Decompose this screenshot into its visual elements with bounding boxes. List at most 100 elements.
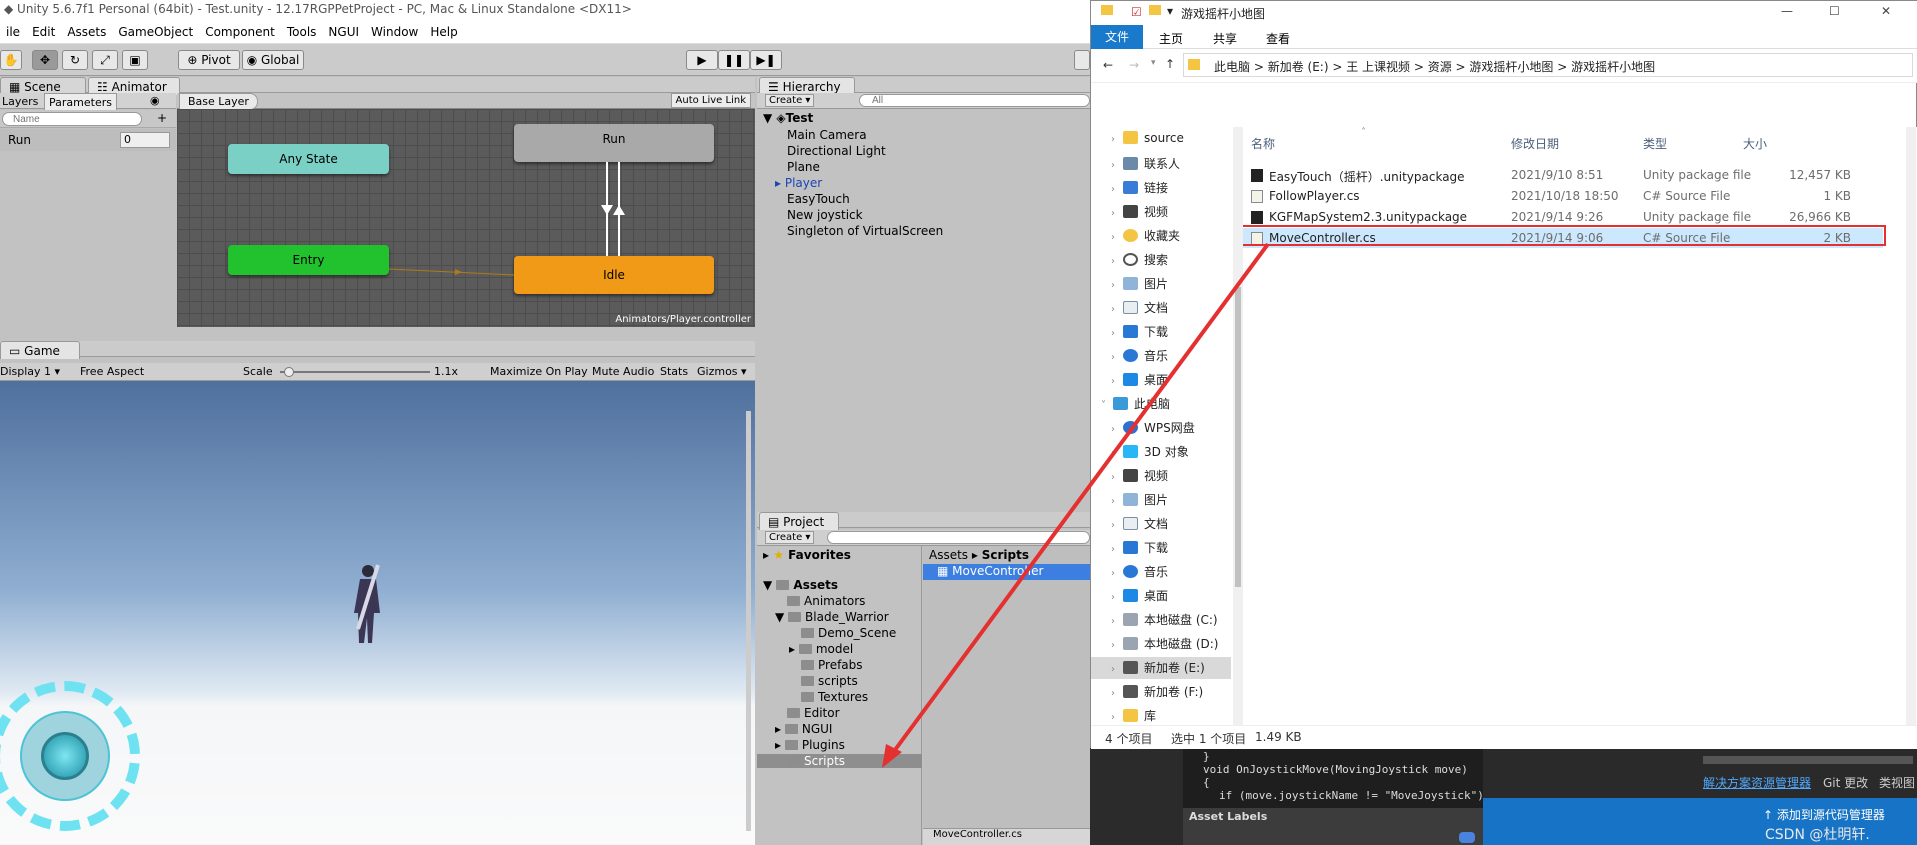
expand-icon[interactable]: › xyxy=(1111,352,1123,363)
display-dropdown[interactable]: Display 1 ▾ xyxy=(0,365,72,378)
path-segment[interactable]: 新加卷 (E:) xyxy=(1268,60,1329,74)
project-folder[interactable]: Demo_Scene xyxy=(801,626,896,640)
expand-icon[interactable]: › xyxy=(1111,640,1123,651)
quick-access-dropdown-icon[interactable]: ▾ xyxy=(1167,4,1173,18)
expand-icon[interactable]: › xyxy=(1111,664,1123,675)
path-segment[interactable]: 游戏摇杆小地图 xyxy=(1469,60,1553,74)
path-segment[interactable]: 游戏摇杆小地图 xyxy=(1571,60,1655,74)
project-folder[interactable]: Prefabs xyxy=(801,658,863,672)
address-bar[interactable]: 此电脑 > 新加卷 (E:) > 王 上课视频 > 资源 > 游戏摇杆小地图 >… xyxy=(1183,53,1913,77)
hierarchy-create-button[interactable]: Create ▾ xyxy=(765,94,815,107)
nav-item[interactable]: › 3D 对象 xyxy=(1091,443,1231,460)
expand-icon[interactable]: › xyxy=(1111,184,1123,195)
expand-icon[interactable]: › xyxy=(1111,448,1123,459)
hierarchy-item[interactable]: New joystick xyxy=(787,208,863,222)
param-search-input[interactable] xyxy=(2,112,142,126)
up-icon[interactable]: ↑ xyxy=(1165,57,1175,71)
minimize-button[interactable]: — xyxy=(1781,4,1793,18)
nav-item[interactable]: › 图片 xyxy=(1091,491,1231,508)
ribbon-share-tab[interactable]: 共享 xyxy=(1213,30,1237,47)
nav-item[interactable]: › source xyxy=(1091,131,1231,145)
expand-icon[interactable]: › xyxy=(1111,208,1123,219)
joystick-thumb[interactable] xyxy=(41,732,89,780)
expand-icon[interactable]: › xyxy=(1111,280,1123,291)
move-tool-icon[interactable]: ✥ xyxy=(32,50,58,70)
nav-item[interactable]: › 新加卷 (F:) xyxy=(1091,683,1231,700)
nav-item[interactable]: › 视频 xyxy=(1091,467,1231,484)
column-type-header[interactable]: 类型 xyxy=(1643,135,1667,152)
expand-icon[interactable]: › xyxy=(1111,616,1123,627)
expand-icon[interactable]: › xyxy=(1111,568,1123,579)
column-size-header[interactable]: 大小 xyxy=(1743,135,1767,152)
nav-item[interactable]: › 本地磁盘 (C:) xyxy=(1091,611,1231,628)
menu-window[interactable]: Window xyxy=(365,20,424,39)
layers-tab[interactable]: Layers xyxy=(2,95,38,108)
nav-item[interactable]: › 搜索 xyxy=(1091,251,1231,268)
close-button[interactable]: ✕ xyxy=(1881,4,1891,18)
aspect-dropdown[interactable]: Free Aspect xyxy=(80,365,236,378)
game-viewport[interactable] xyxy=(0,381,755,845)
rotate-tool-icon[interactable]: ↻ xyxy=(62,50,88,70)
project-folder-selected[interactable]: Scripts xyxy=(757,754,922,768)
project-folder[interactable]: Editor xyxy=(787,706,840,720)
menu-component[interactable]: Component xyxy=(199,20,281,39)
add-source-control-button[interactable]: ↑ 添加到源代码管理器 xyxy=(1763,806,1885,823)
global-toggle[interactable]: ◉ Global xyxy=(242,50,304,70)
play-button[interactable]: ▶ xyxy=(686,50,718,70)
ribbon-home-tab[interactable]: 主页 xyxy=(1159,30,1183,47)
nav-item-this-pc[interactable]: ˅ 此电脑 xyxy=(1091,395,1231,412)
project-folder[interactable]: scripts xyxy=(801,674,858,688)
expand-icon[interactable]: › xyxy=(1111,304,1123,315)
scale-slider[interactable] xyxy=(280,367,430,377)
hierarchy-item-player[interactable]: ▸ Player xyxy=(775,176,822,190)
back-icon[interactable]: ← xyxy=(1103,58,1113,72)
base-layer-breadcrumb[interactable]: Base Layer xyxy=(179,93,258,110)
selected-asset-moveccontroller[interactable]: ▦ MoveController xyxy=(923,564,1090,580)
stats-toggle[interactable]: Stats xyxy=(660,365,688,378)
scale-slider-thumb[interactable] xyxy=(284,367,294,377)
expand-icon[interactable]: › xyxy=(1111,232,1123,243)
expand-icon[interactable]: › xyxy=(1111,376,1123,387)
expand-icon[interactable]: › xyxy=(1111,134,1123,145)
expand-icon[interactable]: › xyxy=(1111,592,1123,603)
properties-icon[interactable]: ☑ xyxy=(1131,5,1142,19)
expand-icon[interactable]: › xyxy=(1111,688,1123,699)
file-row[interactable]: FollowPlayer.cs 2021/10/18 18:50 C# Source… xyxy=(1243,186,1883,206)
menu-assets[interactable]: Assets xyxy=(61,20,112,39)
hierarchy-item[interactable]: Singleton of VirtualScreen xyxy=(787,224,943,238)
path-segment[interactable]: 资源 xyxy=(1428,60,1452,74)
hand-tool-icon[interactable]: ✋ xyxy=(0,50,22,70)
add-parameter-button[interactable]: + xyxy=(157,111,167,125)
project-folder[interactable]: ▸ NGUI xyxy=(775,722,832,736)
menu-help[interactable]: Help xyxy=(424,20,463,39)
gizmos-dropdown[interactable]: Gizmos ▾ xyxy=(697,365,747,378)
nav-item[interactable]: › 联系人 xyxy=(1091,155,1231,172)
auto-live-link-button[interactable]: Auto Live Link xyxy=(670,93,751,108)
expand-icon[interactable]: › xyxy=(1111,712,1123,723)
param-value-field[interactable]: 0 xyxy=(120,132,170,148)
nav-item[interactable]: › 桌面 xyxy=(1091,371,1231,388)
nav-item[interactable]: › 链接 xyxy=(1091,179,1231,196)
nav-item[interactable]: › 文档 xyxy=(1091,299,1231,316)
nav-scroll-thumb[interactable] xyxy=(1235,287,1241,587)
favorites-item[interactable]: ▸ ★ Favorites xyxy=(763,548,851,562)
nav-item[interactable]: › 收藏夹 xyxy=(1091,227,1231,244)
project-folder[interactable]: ▸ Plugins xyxy=(775,738,845,752)
project-folder[interactable]: Animators xyxy=(787,594,865,608)
scale-tool-icon[interactable]: ⤢ xyxy=(92,50,118,70)
animator-graph[interactable]: Any State Entry Run Idle Animators/Playe… xyxy=(177,109,755,327)
expand-icon[interactable]: › xyxy=(1111,424,1123,435)
vs-scrollbar[interactable] xyxy=(1703,756,1913,764)
expand-icon[interactable]: › xyxy=(1111,160,1123,171)
nav-item[interactable]: › 本地磁盘 (D:) xyxy=(1091,635,1231,652)
path-segment[interactable]: 此电脑 xyxy=(1214,60,1250,74)
git-changes-tab[interactable]: Git 更改 xyxy=(1823,774,1868,791)
project-folder[interactable]: ▼ Blade_Warrior xyxy=(775,610,889,624)
nav-item[interactable]: › WPS网盘 xyxy=(1091,419,1231,436)
collab-button[interactable] xyxy=(1074,50,1090,70)
class-view-tab[interactable]: 类视图 xyxy=(1879,774,1915,791)
nav-item[interactable]: › 音乐 xyxy=(1091,563,1231,580)
nav-item-selected[interactable]: › 新加卷 (E:) xyxy=(1091,657,1231,679)
project-folder[interactable]: ▸ model xyxy=(789,642,853,656)
pause-button[interactable]: ❚❚ xyxy=(718,50,750,70)
